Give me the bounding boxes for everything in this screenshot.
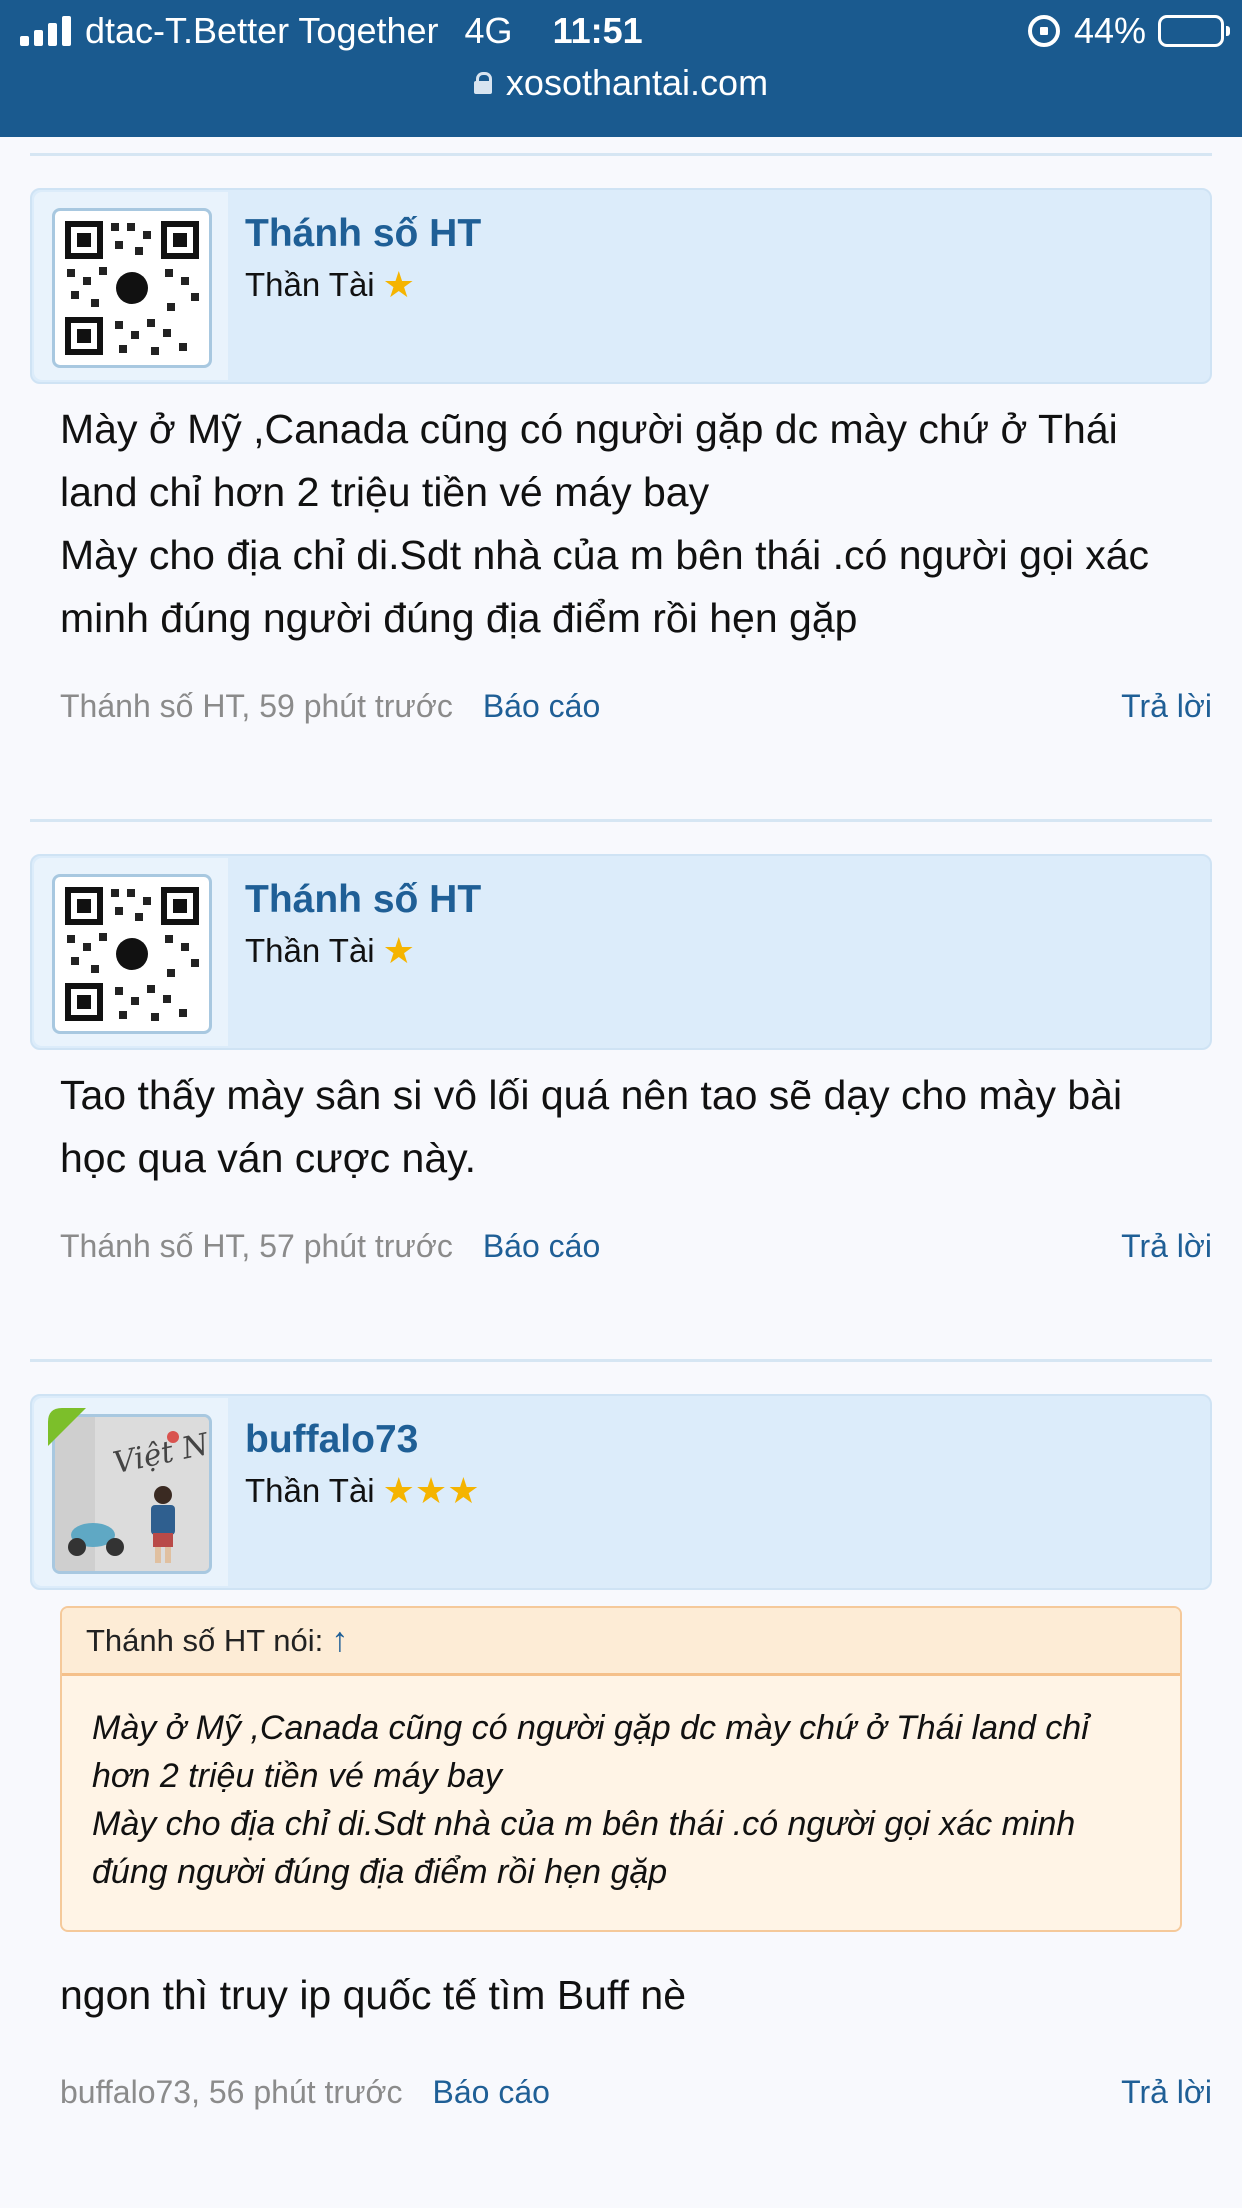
- battery-icon: [1158, 15, 1230, 47]
- star-icon: ★: [382, 930, 415, 971]
- message-line: Mày cho địa chỉ di.Sdt nhà của m bên thá…: [60, 532, 1150, 641]
- divider: [30, 1359, 1212, 1362]
- post-message: Mày ở Mỹ ,Canada cũng có người gặp dc mà…: [60, 398, 1190, 650]
- report-link[interactable]: Báo cáo: [483, 688, 600, 725]
- url-text: xosothantai.com: [505, 62, 769, 103]
- user-rank: Thần Tài ★: [245, 266, 415, 304]
- post-footer: Thánh số HT, 59 phút trước Báo cáo Trả l…: [60, 688, 1212, 725]
- rotation-lock-icon: [1027, 15, 1060, 47]
- username[interactable]: buffalo73: [245, 1418, 418, 1462]
- padlock-icon: [473, 72, 492, 94]
- quote-line: Mày cho địa chỉ di.Sdt nhà của m bên thá…: [92, 1805, 1076, 1891]
- post-byline: Thánh số HT, 59 phút trước: [60, 688, 453, 724]
- report-link[interactable]: Báo cáo: [483, 1228, 600, 1265]
- username[interactable]: Thánh số HT: [245, 878, 481, 922]
- jump-to-quote-icon[interactable]: ↑: [331, 1621, 348, 1660]
- signal-icon: [20, 16, 71, 46]
- post-message: ngon thì truy ip quốc tế tìm Buff nè: [60, 1964, 1190, 2027]
- username[interactable]: Thánh số HT: [245, 212, 481, 256]
- reply-link[interactable]: Trả lời: [1121, 2074, 1212, 2111]
- network-type: 4G: [464, 10, 513, 51]
- reply-link[interactable]: Trả lời: [1121, 1228, 1212, 1265]
- rank-label: Thần Tài: [245, 1472, 375, 1509]
- address-bar[interactable]: xosothantai.com: [0, 62, 1242, 104]
- user-rank: Thần Tài ★★★: [245, 1472, 479, 1510]
- carrier-name: dtac-T.Better Together: [85, 10, 439, 51]
- user-info-bar: Thánh số HT Thần Tài ★: [30, 188, 1212, 384]
- post-byline: Thánh số HT, 57 phút trước: [60, 1228, 453, 1264]
- star-icon: ★★★: [382, 1470, 480, 1511]
- browser-top-bar: dtac-T.Better Together 4G 11:51 44% xoso…: [0, 0, 1242, 137]
- message-line: ngon thì truy ip quốc tế tìm Buff nè: [60, 1972, 687, 2018]
- report-link[interactable]: Báo cáo: [432, 2074, 549, 2111]
- star-icon: ★: [382, 264, 415, 305]
- divider: [30, 153, 1212, 156]
- quote-block: Thánh số HT nói: ↑ Mày ở Mỹ ,Canada cũng…: [60, 1606, 1182, 1932]
- status-bar-left: dtac-T.Better Together 4G 11:51: [20, 10, 643, 51]
- message-line: Mày ở Mỹ ,Canada cũng có người gặp dc mà…: [60, 406, 1118, 515]
- divider: [30, 819, 1212, 822]
- post-footer: buffalo73, 56 phút trước Báo cáo Trả lời: [60, 2074, 1212, 2111]
- user-info-bar: Việt Nam buffalo73 Thần Tài ★★★: [30, 1394, 1212, 1590]
- reply-link[interactable]: Trả lời: [1121, 688, 1212, 725]
- quote-line: Mày ở Mỹ ,Canada cũng có người gặp dc mà…: [92, 1709, 1089, 1795]
- quote-header: Thánh số HT nói: ↑: [62, 1608, 1180, 1676]
- clock: 11:51: [552, 10, 643, 51]
- quote-body: Mày ở Mỹ ,Canada cũng có người gặp dc mà…: [62, 1676, 1180, 1930]
- avatar[interactable]: [52, 208, 212, 368]
- battery-percent: 44%: [1073, 10, 1146, 51]
- online-indicator-icon: [48, 1408, 86, 1446]
- post-byline: buffalo73, 56 phút trước: [60, 2074, 403, 2110]
- message-line: Tao thấy mày sân si vô lối quá nên tao s…: [60, 1072, 1123, 1181]
- qr-code-icon: [65, 887, 199, 1021]
- quote-author: Thánh số HT nói:: [86, 1622, 324, 1658]
- post-message: Tao thấy mày sân si vô lối quá nên tao s…: [60, 1064, 1190, 1190]
- status-bar-right: 44%: [1027, 10, 1230, 51]
- avatar[interactable]: [52, 874, 212, 1034]
- post-footer: Thánh số HT, 57 phút trước Báo cáo Trả l…: [60, 1228, 1212, 1265]
- qr-code-icon: [65, 221, 199, 355]
- user-info-bar: Thánh số HT Thần Tài ★: [30, 854, 1212, 1050]
- rank-label: Thần Tài: [245, 266, 375, 303]
- user-rank: Thần Tài ★: [245, 932, 415, 970]
- rank-label: Thần Tài: [245, 932, 375, 969]
